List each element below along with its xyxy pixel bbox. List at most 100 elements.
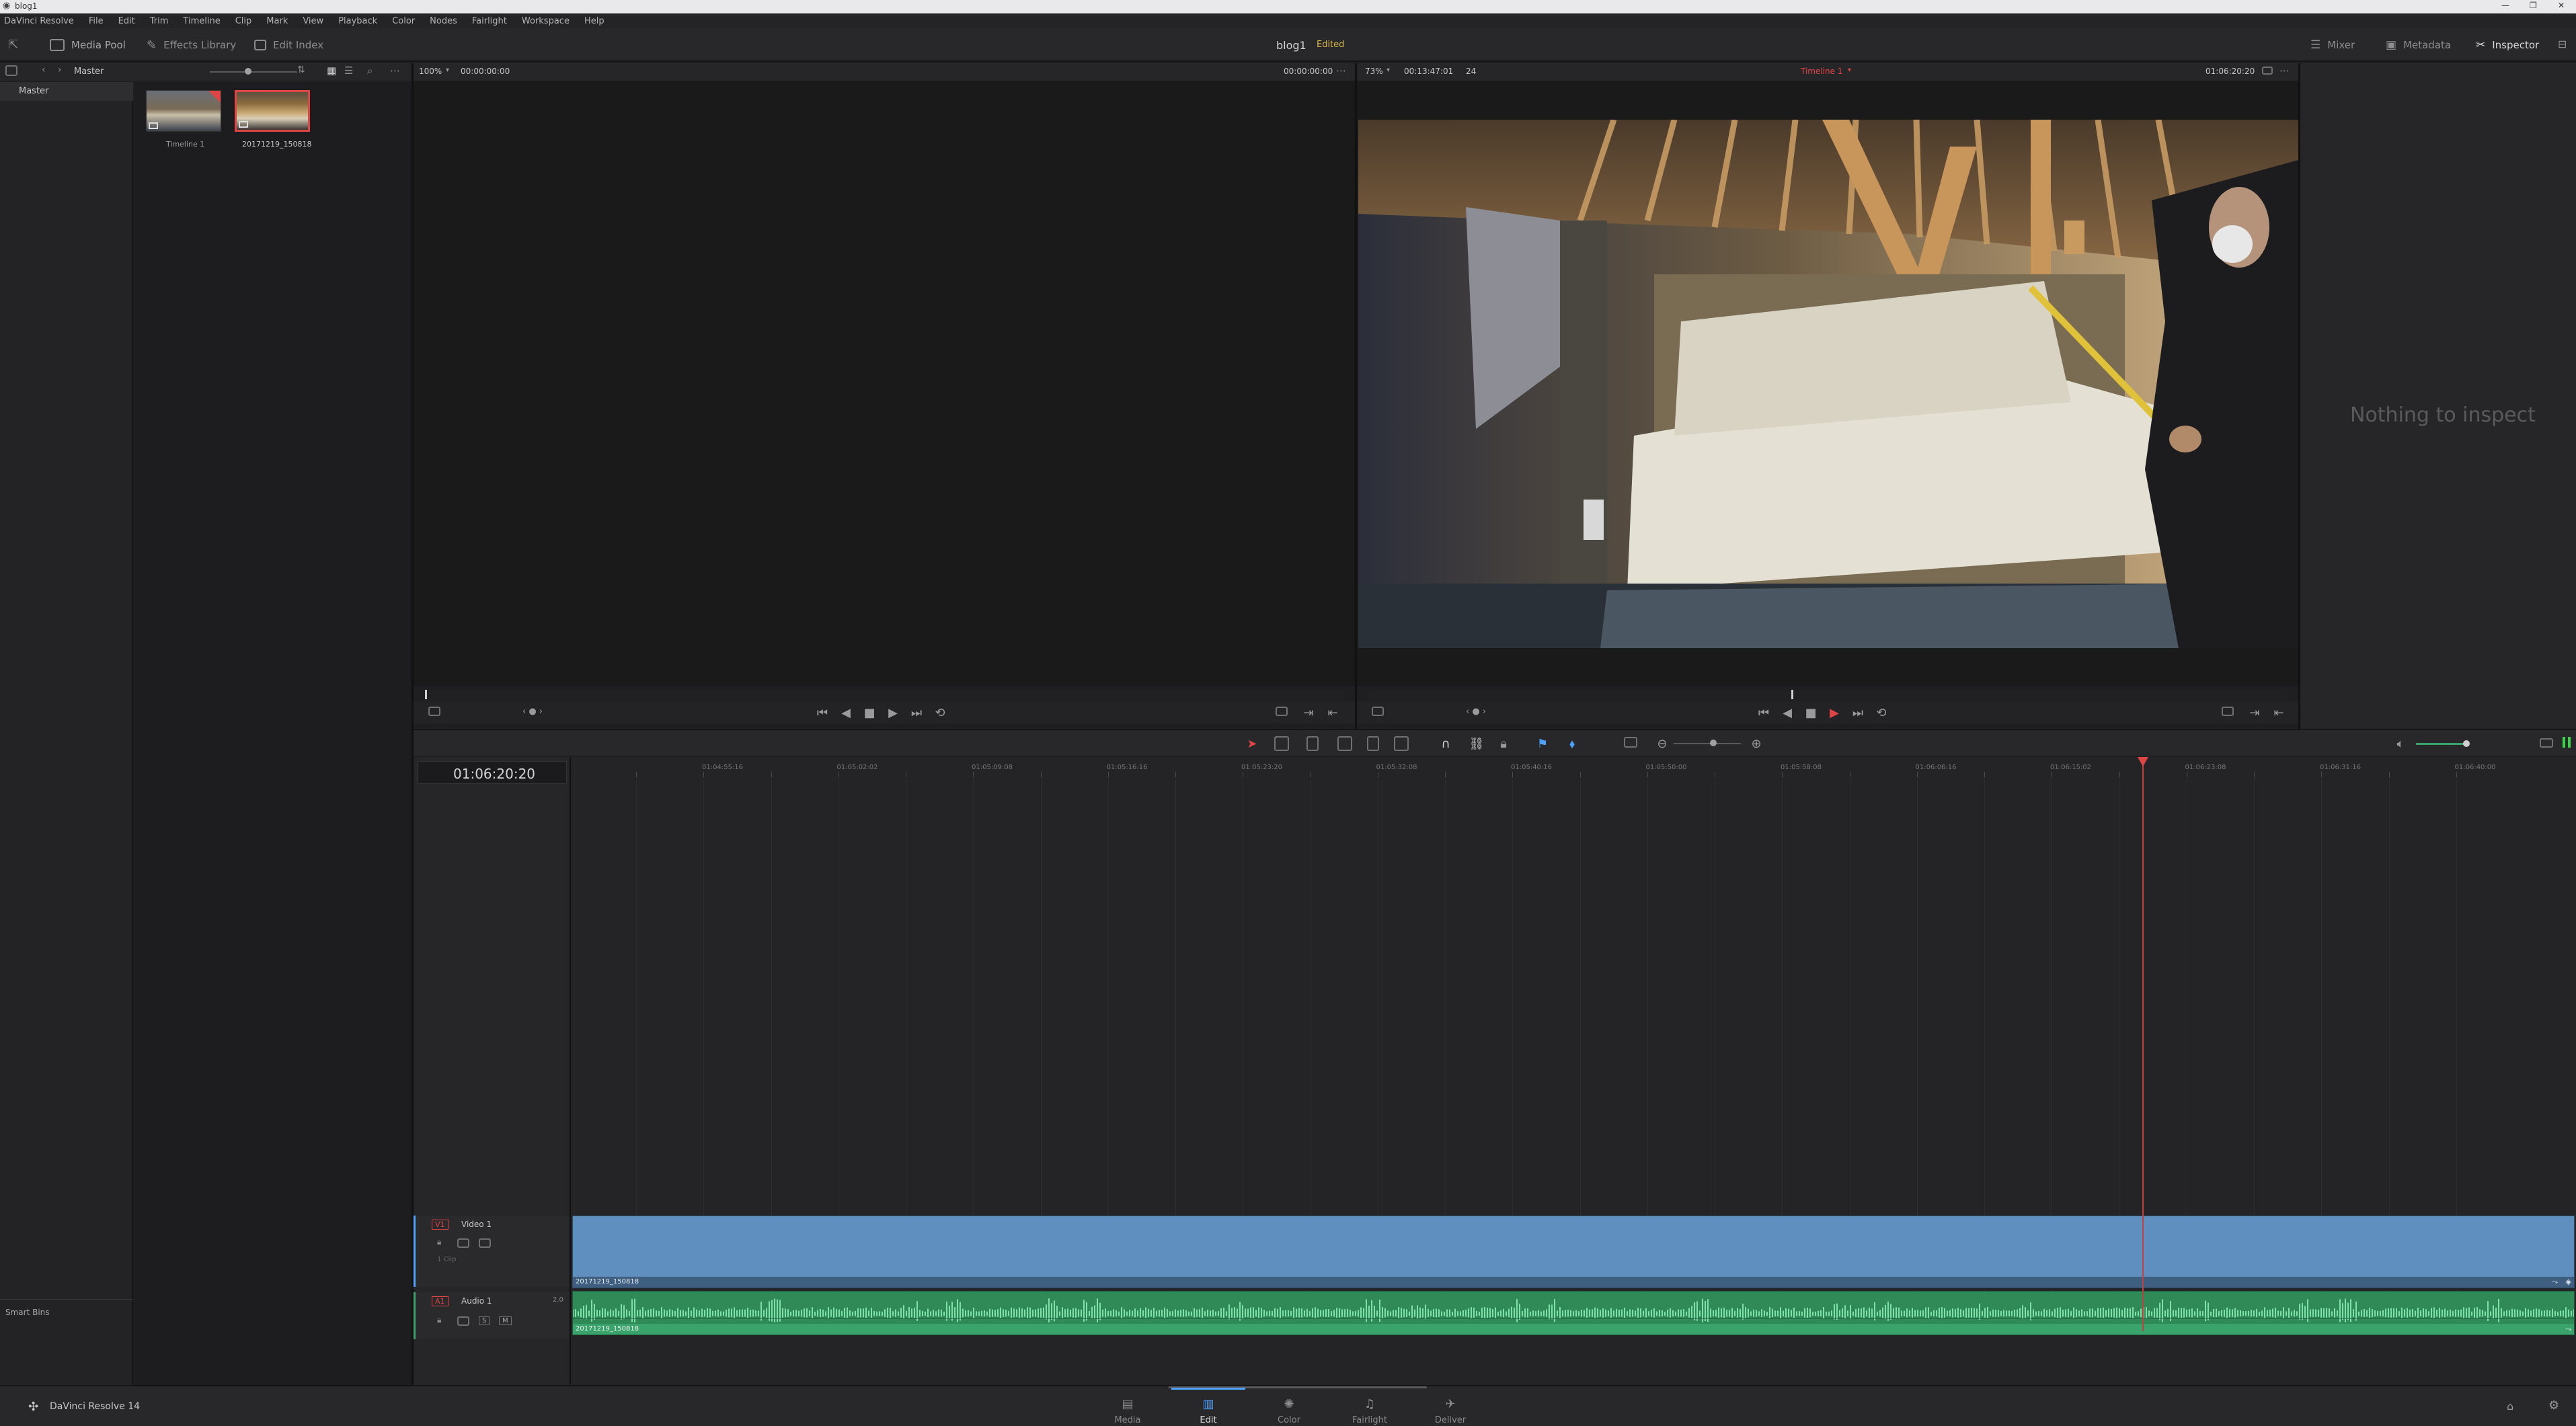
menu-mark[interactable]: Mark <box>266 16 288 26</box>
menu-davinci[interactable]: DaVinci Resolve <box>4 16 74 26</box>
volume-knob[interactable] <box>2463 740 2470 747</box>
clip-thumbnail-video[interactable] <box>235 90 310 132</box>
inspector-collapse-icon[interactable]: ⊟ <box>2558 38 2567 50</box>
bin-forward-icon[interactable]: › <box>58 65 62 75</box>
insert-clip-icon[interactable] <box>1337 736 1352 751</box>
selection-tool-icon[interactable]: ➤ <box>1243 735 1261 752</box>
home-icon[interactable]: ⌂ <box>2507 1400 2513 1413</box>
audio-meter-toggle-icon[interactable] <box>2540 738 2553 748</box>
page-tab-color[interactable]: ✺ Color <box>1252 1388 1326 1425</box>
track-header-audio[interactable]: A1 Audio 1 2.0 🔒︎ S M <box>414 1292 570 1339</box>
thumbnail-size-slider-knob[interactable] <box>245 68 251 75</box>
tl-mark-out-icon[interactable]: ⇤ <box>2270 704 2288 721</box>
menu-playback[interactable]: Playback <box>338 16 377 26</box>
menu-help[interactable]: Help <box>584 16 604 26</box>
edit-index-button[interactable]: Edit Index <box>254 35 323 55</box>
audio-track-autoselect-icon[interactable] <box>457 1316 469 1326</box>
menu-color[interactable]: Color <box>392 16 415 26</box>
sort-icon[interactable]: ⇅ <box>297 65 305 75</box>
replace-clip-icon[interactable] <box>1394 736 1409 751</box>
source-mark-out-icon[interactable]: ⇤ <box>1324 704 1341 721</box>
timecode-box[interactable]: 01:06:20:20 <box>418 761 567 784</box>
menu-edit[interactable]: Edit <box>118 16 135 26</box>
volume-slider[interactable] <box>2416 740 2470 747</box>
tl-first-frame-icon[interactable]: ⏮ <box>1755 704 1772 721</box>
timeline-viewer-zoom[interactable]: 73% <box>1365 67 1383 76</box>
stop-icon[interactable]: ■ <box>861 704 878 721</box>
bin-list-toggle-icon[interactable] <box>5 65 17 76</box>
clip-thumbnail-timeline[interactable] <box>146 90 221 132</box>
trim-tool-icon[interactable] <box>1274 736 1289 751</box>
zoom-out-icon[interactable]: ⊖ <box>1653 735 1671 752</box>
menu-view[interactable]: View <box>303 16 323 26</box>
tl-match-frame-icon[interactable] <box>2222 707 2234 716</box>
timeline-viewer-scrubber[interactable] <box>1368 690 2289 701</box>
tl-mark-in-icon[interactable]: ⇥ <box>2246 704 2263 721</box>
inspector-button[interactable]: ✂ Inspector <box>2476 35 2539 55</box>
timeline-viewer[interactable] <box>1357 81 2298 686</box>
tl-reverse-play-icon[interactable]: ◀ <box>1779 704 1796 721</box>
video-track-id[interactable]: V1 <box>432 1220 448 1230</box>
source-scrubber[interactable] <box>424 690 1345 701</box>
list-view-icon[interactable]: ☰ <box>344 65 353 77</box>
video-clip-keyframe-icon[interactable]: ◈ <box>2566 1277 2571 1286</box>
thumbnail-view-icon[interactable]: ▦ <box>327 65 336 77</box>
reverse-play-icon[interactable]: ◀ <box>837 704 855 721</box>
timeline-viewer-options-icon[interactable]: ⋯ <box>2279 65 2290 77</box>
source-mark-in-icon[interactable]: ⇥ <box>1300 704 1317 721</box>
volume-icon[interactable]: 🔈︎ <box>2392 735 2409 752</box>
menu-fairlight[interactable]: Fairlight <box>472 16 507 26</box>
source-playhead[interactable] <box>425 690 427 699</box>
source-viewer[interactable] <box>414 81 1355 686</box>
snapping-icon[interactable]: ∩ <box>1437 735 1454 752</box>
page-tab-edit[interactable]: ▥ Edit <box>1171 1388 1245 1425</box>
audio-mute-button[interactable]: M <box>499 1316 512 1325</box>
play-icon[interactable]: ▶ <box>884 704 902 721</box>
media-pool-button[interactable]: Media Pool <box>50 35 126 55</box>
tl-stop-icon[interactable]: ■ <box>1802 704 1820 721</box>
audio-clip[interactable]: 20171219_150818 ⤳ <box>572 1291 2575 1335</box>
video-clip-fx-icon[interactable]: ⤳ <box>2552 1277 2558 1287</box>
flag-icon[interactable]: ⚑ <box>1534 735 1551 752</box>
close-button[interactable]: ✕ <box>2558 1 2565 10</box>
page-tab-deliver[interactable]: ✈ Deliver <box>1413 1388 1487 1425</box>
video-clip[interactable]: 20171219_150818 ⤳ ◈ <box>572 1216 2575 1288</box>
timeline-clip-selector-icon[interactable] <box>1372 707 1384 716</box>
effects-library-button[interactable]: ✎ Effects Library <box>147 35 236 55</box>
timeline-zoom-slider[interactable] <box>1674 740 1741 746</box>
timeline-view-options-icon[interactable] <box>1624 737 1637 748</box>
marker-icon[interactable]: ⬧ <box>1563 735 1581 752</box>
timeline-viewer-playhead[interactable] <box>1791 690 1794 699</box>
audio-clip-fade-icon[interactable]: ⤳ <box>2565 1324 2571 1334</box>
timeline-jog-icon[interactable]: ‹ ● › <box>1466 707 1486 717</box>
playhead-marker-icon[interactable] <box>2137 757 2148 766</box>
menu-nodes[interactable]: Nodes <box>430 16 457 26</box>
tl-play-icon[interactable]: ▶ <box>1826 704 1843 721</box>
menu-workspace[interactable]: Workspace <box>522 16 570 26</box>
bin-master[interactable]: Master <box>0 82 133 101</box>
bin-back-icon[interactable]: ‹ <box>42 65 46 75</box>
audio-track-lock-icon[interactable]: 🔒︎ <box>437 1315 441 1325</box>
menu-timeline[interactable]: Timeline <box>183 16 220 26</box>
source-zoom[interactable]: 100% <box>419 67 442 76</box>
maximize-button[interactable]: ❐ <box>2530 1 2537 10</box>
tl-loop-icon[interactable]: ⟲ <box>1873 704 1890 721</box>
metadata-button[interactable]: ▣ Metadata <box>2386 35 2451 55</box>
source-options-icon[interactable]: ⋯ <box>1336 65 1346 77</box>
track-header-video[interactable]: V1 Video 1 🔒︎ 1 Clip <box>414 1216 570 1287</box>
menu-trim[interactable]: Trim <box>150 16 169 26</box>
overwrite-clip-icon[interactable] <box>1367 736 1379 751</box>
last-frame-icon[interactable]: ⏭ <box>908 704 925 721</box>
timeline-zoom-knob[interactable] <box>1710 740 1717 746</box>
zoom-in-icon[interactable]: ⊕ <box>1748 735 1765 752</box>
source-jog-icon[interactable]: ‹ ● › <box>522 707 543 717</box>
video-track-disable-icon[interactable] <box>479 1238 491 1248</box>
first-frame-icon[interactable]: ⏮ <box>814 704 831 721</box>
video-track-autoselect-icon[interactable] <box>457 1238 469 1248</box>
linked-selection-icon[interactable]: ⛓ <box>1468 735 1485 752</box>
settings-icon[interactable]: ⚙ <box>2548 1398 2559 1413</box>
timeline-viewer-zoom-dropdown-icon[interactable]: ▾ <box>1387 67 1390 74</box>
source-zoom-dropdown-icon[interactable]: ▾ <box>446 67 449 74</box>
loop-icon[interactable]: ⟲ <box>931 704 949 721</box>
video-track-lock-icon[interactable]: 🔒︎ <box>437 1237 441 1247</box>
